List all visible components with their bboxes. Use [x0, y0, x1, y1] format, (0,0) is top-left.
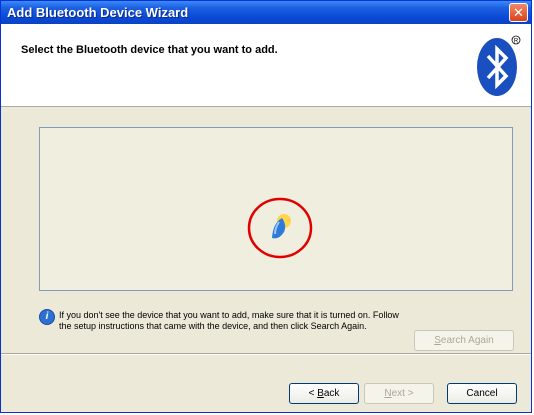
- footer-divider: [1, 353, 531, 355]
- wizard-window: Add Bluetooth Device Wizard ✕ Select the…: [0, 0, 532, 413]
- title-bar[interactable]: Add Bluetooth Device Wizard ✕: [1, 1, 531, 24]
- page-title: Select the Bluetooth device that you wan…: [21, 44, 278, 56]
- info-icon: i: [39, 309, 55, 325]
- info-message: If you don't see the device that you wan…: [59, 310, 399, 331]
- window-title: Add Bluetooth Device Wizard: [7, 5, 189, 20]
- next-button[interactable]: Next >: [364, 383, 434, 404]
- close-icon: ✕: [513, 5, 524, 20]
- svg-text:R: R: [514, 39, 519, 45]
- bluetooth-icon: R: [477, 35, 521, 96]
- device-list[interactable]: [39, 127, 513, 291]
- wizard-header: Select the Bluetooth device that you wan…: [1, 24, 531, 107]
- close-button[interactable]: ✕: [509, 3, 528, 22]
- cancel-button[interactable]: Cancel: [447, 383, 517, 404]
- searching-icon: [247, 197, 313, 259]
- search-again-button[interactable]: Search Again: [414, 330, 514, 351]
- back-button[interactable]: < Back: [289, 383, 359, 404]
